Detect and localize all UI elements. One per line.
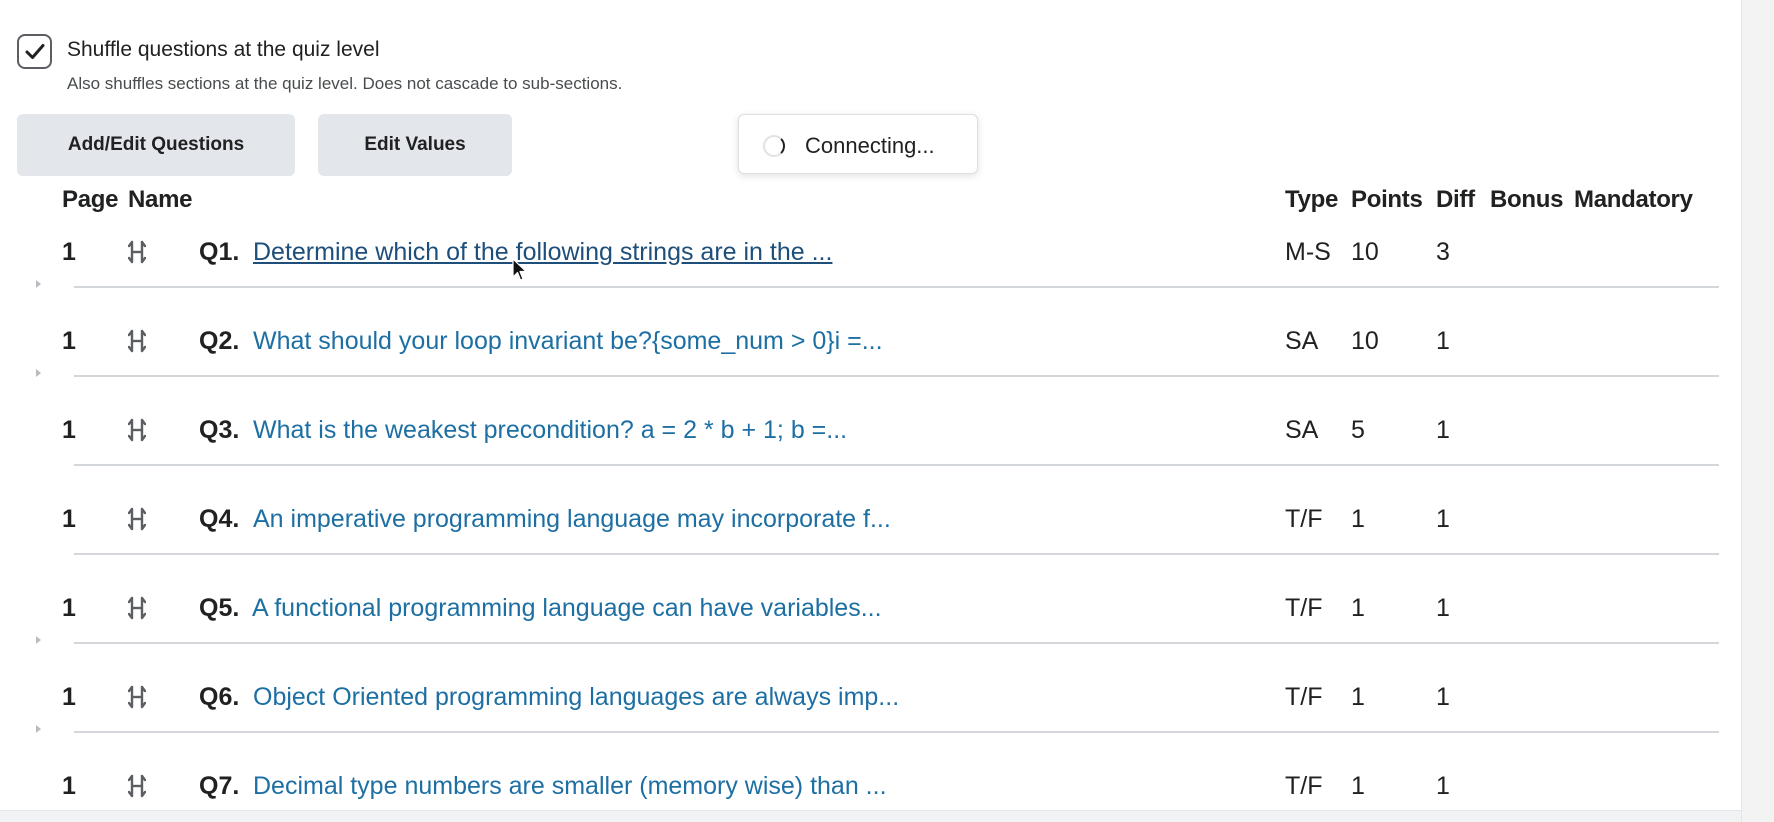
- row-question-link[interactable]: What is the weakest precondition? a = 2 …: [253, 416, 847, 445]
- column-header-diff: Diff: [1436, 186, 1475, 213]
- shuffle-help-text: Also shuffles sections at the quiz level…: [67, 74, 623, 93]
- row-points: 1: [1351, 505, 1365, 533]
- row-divider: [74, 553, 1719, 555]
- toast-message: Connecting...: [805, 133, 935, 158]
- row-question-number: Q6.: [199, 683, 240, 711]
- mouse-pointer-icon: [512, 258, 527, 281]
- column-header-mandatory: Mandatory: [1574, 186, 1693, 213]
- row-diff: 1: [1436, 416, 1450, 444]
- add-edit-questions-button[interactable]: Add/Edit Questions: [17, 114, 295, 176]
- column-header-name: Name: [128, 186, 193, 213]
- row-question-number: Q1.: [199, 238, 240, 266]
- column-header-bonus: Bonus: [1490, 186, 1564, 213]
- check-icon: [25, 44, 45, 59]
- row-question-link[interactable]: Decimal type numbers are smaller (memory…: [253, 772, 887, 801]
- row-diff: 1: [1436, 772, 1450, 800]
- column-header-page: Page: [62, 186, 119, 213]
- row-points: 10: [1351, 238, 1379, 266]
- question-row: 1 Q4. An imperative programming language…: [0, 493, 1741, 582]
- row-question-number: Q7.: [199, 772, 240, 800]
- row-diff: 1: [1436, 594, 1450, 622]
- bottom-edge: [0, 810, 1741, 822]
- drag-handle-icon[interactable]: [127, 418, 147, 449]
- row-page: 1: [62, 594, 76, 622]
- column-header-type: Type: [1285, 186, 1339, 213]
- row-type: T/F: [1285, 594, 1323, 622]
- row-type: T/F: [1285, 683, 1323, 711]
- row-points: 10: [1351, 327, 1379, 355]
- row-question-number: Q5.: [199, 594, 240, 622]
- drag-handle-icon[interactable]: [127, 774, 147, 805]
- drag-handle-icon[interactable]: [127, 685, 147, 716]
- row-diff: 1: [1436, 683, 1450, 711]
- row-divider: [74, 731, 1719, 733]
- row-page: 1: [62, 238, 76, 266]
- row-points: 5: [1351, 416, 1365, 444]
- row-question-number: Q3.: [199, 416, 240, 444]
- row-page: 1: [62, 683, 76, 711]
- row-question-link[interactable]: A functional programming language can ha…: [252, 594, 882, 623]
- row-diff: 1: [1436, 327, 1450, 355]
- row-type: SA: [1285, 327, 1319, 355]
- question-row: 1 Q1. Determine which of the following s…: [0, 226, 1741, 315]
- caret-right-icon[interactable]: [36, 280, 41, 288]
- drag-handle-icon[interactable]: [127, 507, 147, 538]
- quiz-questions-panel: Shuffle questions at the quiz level Also…: [0, 0, 1774, 822]
- row-divider: [74, 286, 1719, 288]
- drag-handle-icon[interactable]: [127, 596, 147, 627]
- shuffle-checkbox[interactable]: [17, 34, 52, 69]
- row-points: 1: [1351, 772, 1365, 800]
- row-diff: 1: [1436, 505, 1450, 533]
- question-row: 1 Q5. A functional programming language …: [0, 582, 1741, 671]
- drag-handle-icon[interactable]: [127, 329, 147, 360]
- column-header-points: Points: [1351, 186, 1423, 213]
- question-row: 1 Q6. Object Oriented programming langua…: [0, 671, 1741, 760]
- caret-right-icon[interactable]: [36, 725, 41, 733]
- row-question-link[interactable]: What should your loop invariant be?{some…: [253, 327, 883, 356]
- question-row: 1 Q3. What is the weakest precondition? …: [0, 404, 1741, 493]
- row-question-number: Q2.: [199, 327, 240, 355]
- connecting-toast: Connecting...: [738, 114, 978, 174]
- caret-right-icon[interactable]: [36, 369, 41, 377]
- row-divider: [74, 642, 1719, 644]
- shuffle-label[interactable]: Shuffle questions at the quiz level: [67, 38, 380, 62]
- row-question-link[interactable]: Object Oriented programming languages ar…: [253, 683, 899, 712]
- caret-right-icon[interactable]: [36, 636, 41, 644]
- scrollbar-track[interactable]: [1741, 0, 1774, 822]
- row-points: 1: [1351, 683, 1365, 711]
- row-page: 1: [62, 772, 76, 800]
- row-type: SA: [1285, 416, 1319, 444]
- row-type: T/F: [1285, 505, 1323, 533]
- row-question-link[interactable]: An imperative programming language may i…: [253, 505, 891, 534]
- row-divider: [74, 375, 1719, 377]
- row-page: 1: [62, 416, 76, 444]
- edit-values-button[interactable]: Edit Values: [318, 114, 512, 176]
- drag-handle-icon[interactable]: [127, 240, 147, 271]
- row-question-link[interactable]: Determine which of the following strings…: [253, 238, 832, 267]
- row-page: 1: [62, 505, 76, 533]
- row-page: 1: [62, 327, 76, 355]
- row-type: T/F: [1285, 772, 1323, 800]
- question-row: 1 Q2. What should your loop invariant be…: [0, 315, 1741, 404]
- spinner-icon: [763, 135, 785, 157]
- row-question-number: Q4.: [199, 505, 240, 533]
- row-divider: [74, 464, 1719, 466]
- row-diff: 3: [1436, 238, 1450, 266]
- row-points: 1: [1351, 594, 1365, 622]
- row-type: M-S: [1285, 238, 1331, 266]
